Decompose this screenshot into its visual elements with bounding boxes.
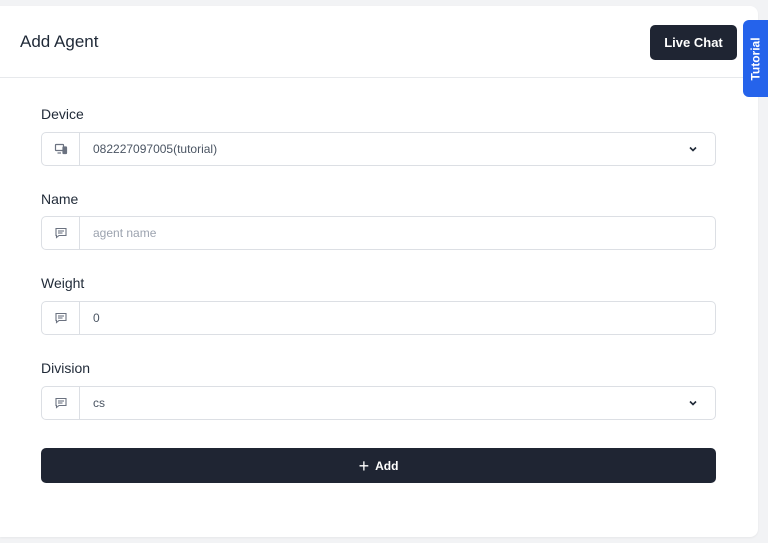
device-icon: [42, 133, 80, 165]
plus-icon: +: [358, 455, 370, 476]
chevron-down-icon: [689, 146, 697, 152]
device-select[interactable]: 082227097005(tutorial): [41, 132, 716, 166]
page-title: Add Agent: [20, 31, 99, 51]
tutorial-tab[interactable]: Tutorial: [743, 20, 768, 97]
tutorial-tab-label: Tutorial: [748, 36, 763, 81]
division-select[interactable]: cs: [41, 386, 716, 420]
message-icon: [42, 217, 80, 249]
message-icon: [42, 387, 80, 419]
add-button-label: Add: [375, 458, 399, 473]
chevron-down-icon: [689, 400, 697, 406]
live-chat-button[interactable]: Live Chat: [650, 25, 737, 60]
add-agent-card: Add Agent Live Chat Device 082227097005(…: [0, 6, 758, 537]
division-label: Division: [41, 360, 91, 376]
weight-field[interactable]: 0: [41, 301, 716, 335]
card-header: Add Agent Live Chat: [0, 6, 758, 78]
message-icon: [42, 302, 80, 334]
add-button[interactable]: + Add: [41, 448, 716, 483]
name-field[interactable]: agent name: [41, 216, 716, 250]
name-label: Name: [41, 191, 79, 207]
device-label: Device: [41, 106, 84, 122]
weight-label: Weight: [41, 275, 85, 291]
division-value: cs: [93, 396, 105, 410]
weight-input[interactable]: 0: [93, 311, 699, 325]
name-input[interactable]: agent name: [93, 226, 699, 240]
device-value: 082227097005(tutorial): [93, 142, 218, 156]
